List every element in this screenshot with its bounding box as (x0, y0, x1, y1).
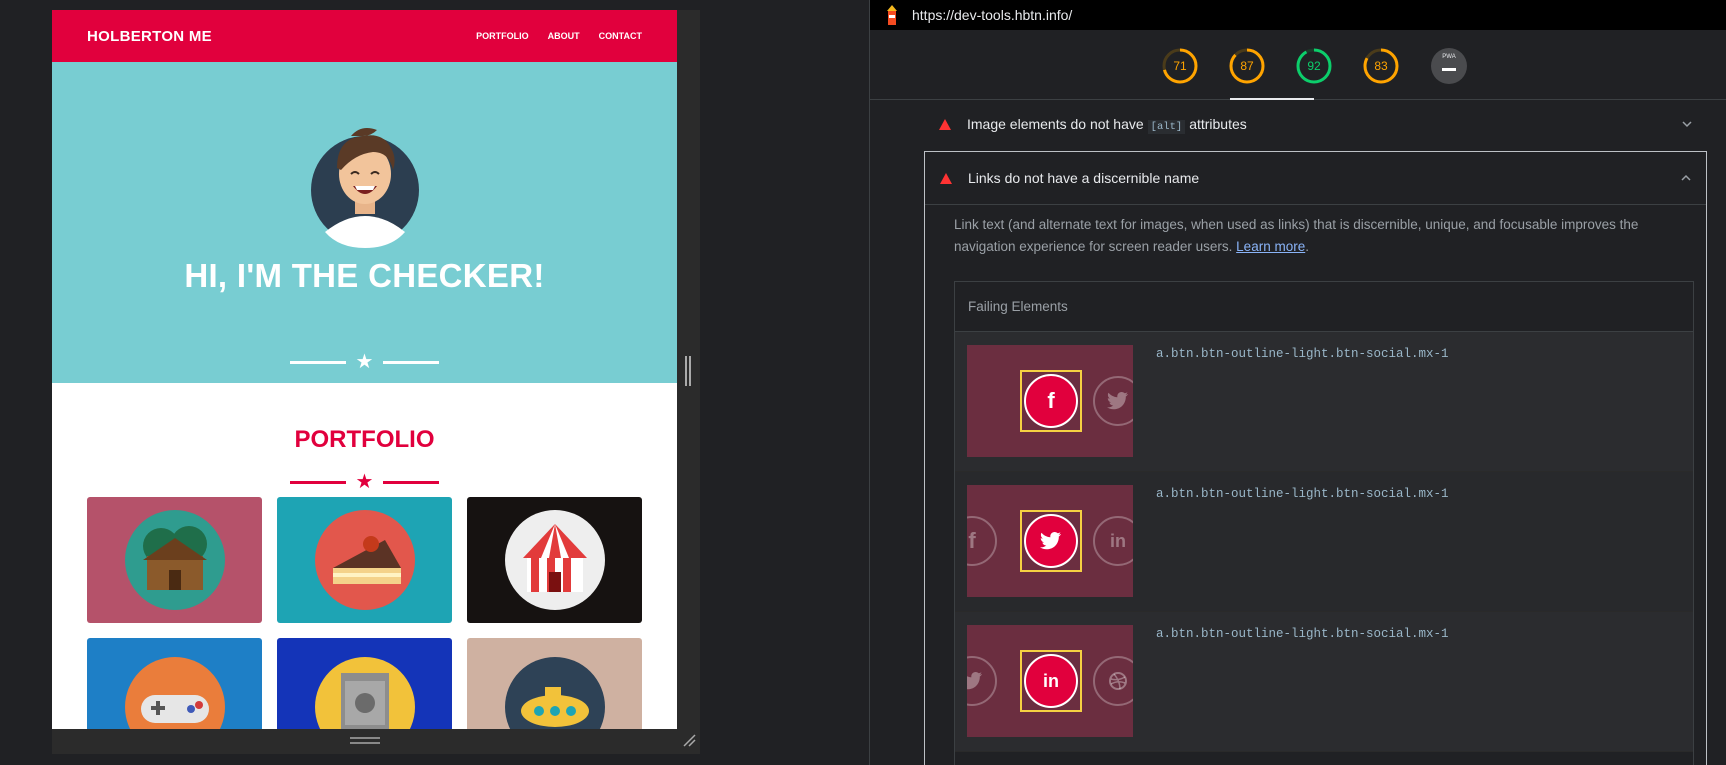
divider-line (289, 360, 346, 364)
gauge-pwa[interactable]: PWA (1430, 47, 1468, 85)
fail-icon (940, 172, 952, 184)
game-controller-icon (124, 657, 225, 729)
device-resize-bar (52, 729, 700, 754)
gauge-best-practices[interactable]: 92 (1295, 47, 1333, 85)
device-preview: HOLBERTON ME PORTFOLIO ABOUT CONTACT HI,… (52, 10, 700, 754)
divider-line (383, 480, 440, 484)
resize-corner-icon[interactable] (682, 733, 696, 747)
linkedin-icon: in (1093, 516, 1133, 566)
fail-icon (939, 118, 951, 130)
cake-icon (314, 510, 415, 610)
failing-elements-header: Failing Elements (955, 282, 1693, 332)
gauge-score: 92 (1307, 59, 1321, 73)
element-selector[interactable]: a.btn.btn-outline-light.btn-social.mx-1 (1156, 627, 1449, 641)
gauge-score: PWA (1442, 54, 1456, 60)
lighthouse-icon (887, 5, 897, 25)
circus-tent-icon (504, 510, 605, 610)
audit-title-text: Image elements do not have (967, 115, 1144, 132)
report-url[interactable]: https://dev-tools.hbtn.info/ (912, 7, 1072, 23)
nav-link-contact[interactable]: CONTACT (599, 31, 642, 41)
gauge-score: 87 (1240, 59, 1254, 73)
site-navbar: HOLBERTON ME PORTFOLIO ABOUT CONTACT (52, 10, 677, 62)
hero-section: HI, I'M THE CHECKER! ★ (52, 62, 677, 383)
linkedin-icon: in (1024, 654, 1078, 708)
brand-link[interactable]: HOLBERTON ME (87, 28, 212, 45)
table-row[interactable]: f in a.btn.btn-outline-light.btn-social.… (955, 472, 1693, 612)
twitter-icon (1024, 514, 1078, 568)
focused-element-highlight: f (1020, 370, 1082, 432)
portfolio-item-submarine[interactable] (467, 638, 642, 729)
failing-elements-table: Failing Elements f a.btn.btn-outline-lig… (954, 281, 1694, 765)
nav-links: PORTFOLIO ABOUT CONTACT (476, 31, 642, 41)
facebook-icon: f (1024, 374, 1078, 428)
avatar (311, 128, 419, 248)
dribbble-icon (1093, 656, 1133, 706)
resize-handle-horizontal[interactable] (350, 737, 380, 744)
gauge-performance[interactable]: 71 (1161, 47, 1199, 85)
twitter-icon (967, 656, 997, 706)
table-row[interactable]: f a.btn.btn-outline-light.btn-social.mx-… (955, 332, 1693, 472)
nav-link-about[interactable]: ABOUT (548, 31, 580, 41)
score-gauges: 71 87 92 83 PWA (870, 30, 1726, 100)
active-gauge-indicator (1230, 98, 1314, 100)
element-selector[interactable]: a.btn.btn-outline-light.btn-social.mx-1 (1156, 347, 1449, 361)
audit-description: Link text (and alternate text for images… (954, 217, 1639, 254)
gauge-accessibility[interactable]: 87 (1228, 47, 1266, 85)
element-selector[interactable]: a.btn.btn-outline-light.btn-social.mx-1 (1156, 487, 1449, 501)
nav-link-portfolio[interactable]: PORTFOLIO (476, 31, 529, 41)
cabin-icon (124, 510, 225, 610)
gauge-seo[interactable]: 83 (1362, 47, 1400, 85)
audit-title-code: [alt] (1147, 119, 1186, 134)
safe-icon (314, 657, 415, 729)
portfolio-item-game-controller[interactable] (87, 638, 262, 729)
lighthouse-panel: https://dev-tools.hbtn.info/ 71 87 92 83… (869, 0, 1726, 765)
audit-title-text: attributes (1189, 115, 1247, 132)
submarine-icon (504, 657, 605, 729)
screen: HOLBERTON ME PORTFOLIO ABOUT CONTACT HI,… (0, 0, 1726, 765)
chevron-up-icon (1681, 174, 1691, 181)
table-row[interactable]: in a.btn.btn-outline-light.btn-social.mx… (955, 612, 1693, 752)
audit-header[interactable]: Links do not have a discernible name (925, 152, 1706, 205)
audit-title: Links do not have a discernible name (968, 170, 1200, 186)
portfolio-divider: ★ (52, 472, 677, 492)
chevron-down-icon (1682, 121, 1692, 128)
portfolio-item-cake[interactable] (277, 497, 452, 623)
learn-more-link[interactable]: Learn more (1236, 239, 1305, 254)
star-icon: ★ (355, 471, 374, 493)
audit-image-alt[interactable]: Image elements do not have [alt] attribute… (924, 104, 1707, 144)
element-screenshot: f in (967, 485, 1133, 597)
audit-title: Image elements do not have [alt] attribute… (967, 115, 1247, 134)
focused-element-highlight (1020, 510, 1082, 572)
portfolio-heading: PORTFOLIO (294, 426, 435, 453)
gauge-score: 83 (1374, 59, 1388, 73)
hero-divider: ★ (52, 352, 677, 372)
report-url-bar: https://dev-tools.hbtn.info/ (870, 0, 1726, 30)
hero-title: HI, I'M THE CHECKER! (184, 257, 545, 294)
facebook-icon: f (967, 516, 997, 566)
divider-line (383, 360, 440, 364)
resize-handle-vertical[interactable] (685, 356, 691, 386)
website: HOLBERTON ME PORTFOLIO ABOUT CONTACT HI,… (52, 10, 677, 729)
element-screenshot: in (967, 625, 1133, 737)
divider-line (289, 480, 346, 484)
portfolio-item-circus-tent[interactable] (467, 497, 642, 623)
portfolio-item-cabin[interactable] (87, 497, 262, 623)
element-screenshot: f (967, 345, 1133, 457)
star-icon: ★ (355, 351, 374, 373)
gauge-score: 71 (1173, 59, 1187, 73)
audit-link-name: Links do not have a discernible name Lin… (924, 151, 1707, 765)
focused-element-highlight: in (1020, 650, 1082, 712)
portfolio-item-safe[interactable] (277, 638, 452, 729)
twitter-icon (1093, 376, 1133, 426)
